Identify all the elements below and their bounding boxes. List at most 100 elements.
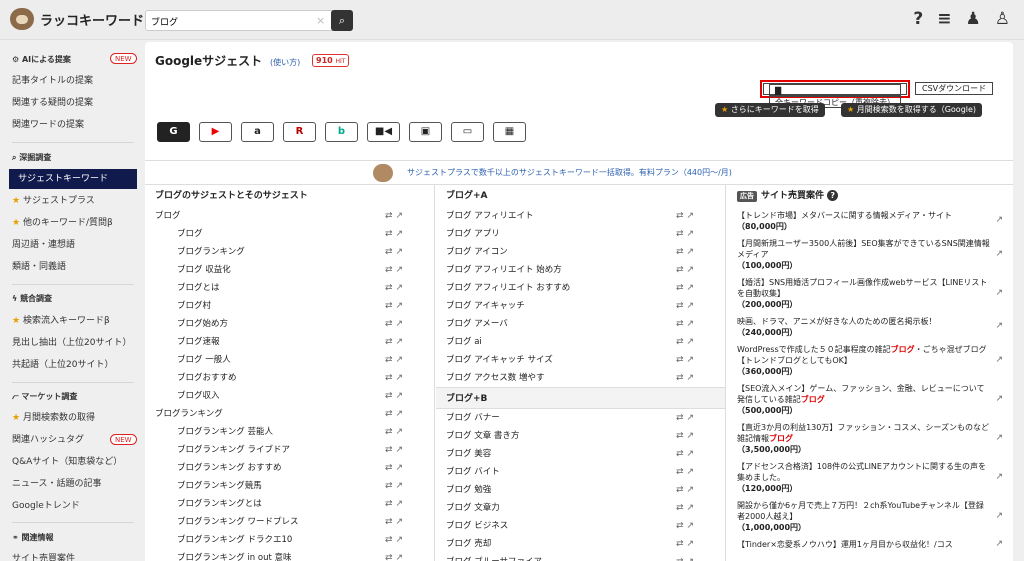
promo-link[interactable]: サジェストプラスで数千以上のサジェストキーワード一括取得。有料プラン（440円〜… xyxy=(407,167,732,178)
keyword-row[interactable]: ブログ 収益化 ⇄↗ xyxy=(145,261,434,279)
expand-icon[interactable]: ⇄ xyxy=(676,413,687,423)
open-link-icon[interactable]: ↗ xyxy=(396,319,407,329)
keyword-row[interactable]: ブログ アイコン ⇄↗ xyxy=(436,243,725,261)
expand-icon[interactable]: ⇄ xyxy=(676,301,687,311)
open-link-icon[interactable]: ↗ xyxy=(396,553,407,561)
open-link-icon[interactable]: ↗ xyxy=(687,503,698,513)
open-link-icon[interactable]: ↗ xyxy=(396,517,407,527)
expand-icon[interactable]: ⇄ xyxy=(676,539,687,549)
sidebar-item-headings[interactable]: 見出し抽出（上位20サイト） xyxy=(12,333,131,353)
keyword-row[interactable]: ブログランキング in out 意味 ⇄↗ xyxy=(145,549,434,561)
expand-icon[interactable]: ⇄ xyxy=(385,229,396,239)
open-link-icon[interactable]: ↗ xyxy=(687,265,698,275)
sidebar-item-suggest-plus[interactable]: ★ サジェストプラス xyxy=(12,191,95,211)
open-link-icon[interactable]: ↗ xyxy=(396,427,407,437)
open-link-icon[interactable]: ↗ xyxy=(687,337,698,347)
keyword-row[interactable]: ブログ 一般人 ⇄↗ xyxy=(145,351,434,369)
open-link-icon[interactable]: ↗ xyxy=(396,445,407,455)
logo[interactable]: ラッコキーワード xyxy=(10,8,144,30)
open-link-icon[interactable]: ↗ xyxy=(995,394,1003,405)
keyword-row[interactable]: ブログ 勉強 ⇄↗ xyxy=(436,481,725,499)
expand-icon[interactable]: ⇄ xyxy=(385,355,396,365)
keyword-row[interactable]: ブログ ⇄↗ xyxy=(145,225,434,243)
open-link-icon[interactable]: ↗ xyxy=(396,535,407,545)
keyword-row[interactable]: ブログランキング ⇄↗ xyxy=(145,243,434,261)
amazon-tab[interactable]: a xyxy=(241,122,274,142)
search-button[interactable]: ⌕ xyxy=(331,10,353,31)
open-link-icon[interactable]: ↗ xyxy=(396,481,407,491)
open-link-icon[interactable]: ↗ xyxy=(995,355,1003,366)
expand-icon[interactable]: ⇄ xyxy=(676,265,687,275)
open-link-icon[interactable]: ↗ xyxy=(995,433,1003,444)
expand-icon[interactable]: ⇄ xyxy=(385,481,396,491)
keyword-row[interactable]: ブログ アフィリエイト 始め方 ⇄↗ xyxy=(436,261,725,279)
expand-icon[interactable]: ⇄ xyxy=(385,427,396,437)
keyword-row[interactable]: ブログ アメーバ ⇄↗ xyxy=(436,315,725,333)
site-sale-item[interactable]: 【Tinder×恋愛系ノウハウ】運用1ヶ月目から収益化！/コス ↗ xyxy=(727,536,1013,553)
sidebar-item-inflow-keywords[interactable]: ★ 検索流入キーワードβ xyxy=(12,311,110,331)
keyword-row[interactable]: ブログ ⇄↗ xyxy=(145,207,434,225)
keyword-row[interactable]: ブログランキング ライブドア ⇄↗ xyxy=(145,441,434,459)
keyword-row[interactable]: ブログ アクセス数 増やす ⇄↗ xyxy=(436,369,725,387)
open-link-icon[interactable]: ↗ xyxy=(396,283,407,293)
expand-icon[interactable]: ⇄ xyxy=(385,445,396,455)
keyword-row[interactable]: ブログ収入 ⇄↗ xyxy=(145,387,434,405)
keyword-row[interactable]: ブログ アプリ ⇄↗ xyxy=(436,225,725,243)
keyword-row[interactable]: ブログ始め方 ⇄↗ xyxy=(145,315,434,333)
video-tab[interactable]: ■◀ xyxy=(367,122,400,142)
open-link-icon[interactable]: ↗ xyxy=(687,449,698,459)
sidebar-item-related-suggest[interactable]: 関連ワードの提案 xyxy=(12,115,84,135)
open-link-icon[interactable]: ↗ xyxy=(687,301,698,311)
get-more-keywords-button[interactable]: ★ さらにキーワードを取得 xyxy=(715,103,825,117)
keyword-row[interactable]: ブログ村 ⇄↗ xyxy=(145,297,434,315)
open-link-icon[interactable]: ↗ xyxy=(995,249,1003,260)
open-link-icon[interactable]: ↗ xyxy=(687,373,698,383)
sidebar-item-suggest-keyword[interactable]: サジェストキーワード xyxy=(9,169,137,189)
sidebar-item-trends[interactable]: Googleトレンド xyxy=(12,496,80,516)
expand-icon[interactable]: ⇄ xyxy=(676,431,687,441)
rakuten-tab[interactable]: R xyxy=(283,122,316,142)
open-link-icon[interactable]: ↗ xyxy=(687,355,698,365)
keyword-row[interactable]: ブログとは ⇄↗ xyxy=(145,279,434,297)
open-link-icon[interactable]: ↗ xyxy=(687,431,698,441)
get-monthly-volume-button[interactable]: ★ 月間検索数を取得する（Google) xyxy=(841,103,983,117)
open-link-icon[interactable]: ↗ xyxy=(995,288,1003,299)
open-link-icon[interactable]: ↗ xyxy=(995,321,1003,332)
help-icon[interactable]: ? xyxy=(913,9,923,29)
open-link-icon[interactable]: ↗ xyxy=(995,472,1003,483)
help-icon[interactable]: ? xyxy=(827,190,839,201)
site-sale-item[interactable]: 開設から僅か6ヶ月で売上７万円！２ch系YouTubeチャンネル【登録者2000… xyxy=(727,497,1013,536)
open-link-icon[interactable]: ↗ xyxy=(687,467,698,477)
expand-icon[interactable]: ⇄ xyxy=(676,283,687,293)
keyword-row[interactable]: ブログ速報 ⇄↗ xyxy=(145,333,434,351)
site-sale-item[interactable]: 【直近3か月の利益130万】ファッション・コスメ、シーズンものなど雑記情報ブログ… xyxy=(727,419,1013,458)
keyword-row[interactable]: ブログ ビジネス ⇄↗ xyxy=(436,517,725,535)
site-sale-item[interactable]: 【婚活】SNS用婚活プロフィール画像作成webサービス【LINEリストを自動収集… xyxy=(727,274,1013,313)
keyword-row[interactable]: ブログ バナー ⇄↗ xyxy=(436,409,725,427)
image-tab[interactable]: ▣ xyxy=(409,122,442,142)
expand-icon[interactable]: ⇄ xyxy=(385,265,396,275)
keyword-row[interactable]: ブログランキング おすすめ ⇄↗ xyxy=(145,459,434,477)
expand-icon[interactable]: ⇄ xyxy=(385,373,396,383)
expand-icon[interactable]: ⇄ xyxy=(385,211,396,221)
open-link-icon[interactable]: ↗ xyxy=(687,283,698,293)
sidebar-item-news[interactable]: ニュース・話題の記事 xyxy=(12,474,102,494)
bell-icon[interactable]: ♟ xyxy=(966,9,981,29)
expand-icon[interactable]: ⇄ xyxy=(385,247,396,257)
expand-icon[interactable]: ⇄ xyxy=(676,247,687,257)
sidebar-item-title-suggest[interactable]: 記事タイトルの提案 xyxy=(12,71,93,91)
expand-icon[interactable]: ⇄ xyxy=(385,553,396,561)
user-icon[interactable]: ♙ xyxy=(995,9,1010,29)
open-link-icon[interactable]: ↗ xyxy=(687,319,698,329)
sidebar-item-cooccurrence[interactable]: 共起語（上位20サイト） xyxy=(12,355,113,375)
youtube-tab[interactable]: ▶ xyxy=(199,122,232,142)
expand-icon[interactable]: ⇄ xyxy=(385,409,396,419)
csv-download-button[interactable]: CSVダウンロード xyxy=(915,82,994,95)
expand-icon[interactable]: ⇄ xyxy=(385,463,396,473)
expand-icon[interactable]: ⇄ xyxy=(385,283,396,293)
shopping-tab[interactable]: ▭ xyxy=(451,122,484,142)
expand-icon[interactable]: ⇄ xyxy=(676,211,687,221)
expand-icon[interactable]: ⇄ xyxy=(676,503,687,513)
keyword-row[interactable]: ブログ 美容 ⇄↗ xyxy=(436,445,725,463)
keyword-row[interactable]: ブログ アイキャッチ サイズ ⇄↗ xyxy=(436,351,725,369)
